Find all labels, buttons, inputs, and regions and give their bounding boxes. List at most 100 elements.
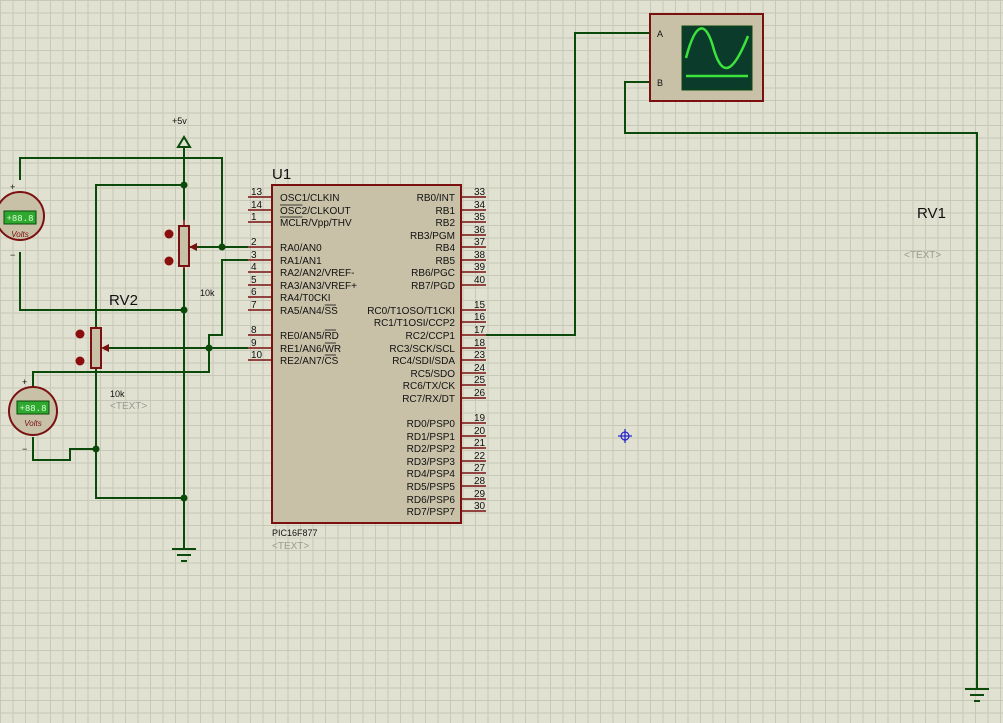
pin-name: RA1/AN1	[280, 256, 322, 267]
pin-number: 24	[474, 363, 486, 374]
oscilloscope[interactable]: A B	[649, 13, 764, 102]
pin-number: 37	[474, 237, 486, 248]
potentiometer-upper[interactable]: 10k	[164, 220, 216, 298]
pin-number: 19	[474, 413, 486, 424]
pin-name: RB0/INT	[417, 193, 455, 204]
junctions	[92, 181, 226, 502]
wiper-arrow-icon	[189, 243, 197, 251]
power-arrow-icon	[176, 135, 192, 148]
pin-name: RB4	[436, 243, 456, 254]
pin-number: 26	[474, 388, 486, 399]
ground-left[interactable]	[172, 548, 196, 562]
pin-number: 35	[474, 212, 486, 223]
pin-name: RC0/T1OSO/T1CKI	[367, 306, 455, 317]
pin-number: 36	[474, 225, 486, 236]
pin-name: RD3/PSP3	[407, 457, 456, 468]
pot-decrease-icon[interactable]	[164, 256, 174, 266]
scope-channel-a: A	[657, 29, 663, 39]
voltmeter-plus: +	[10, 182, 15, 192]
pin-number: 2	[251, 237, 257, 248]
power-label: +5v	[172, 116, 187, 126]
cursor-crosshair-icon	[618, 429, 632, 443]
pin-name: RE0/AN5/RD	[280, 331, 339, 342]
pot-upper-value: 10k	[200, 288, 215, 298]
pin-number: 38	[474, 250, 486, 261]
rv1-text: <TEXT>	[904, 250, 941, 261]
pin-number: 39	[474, 262, 486, 273]
pin-name: RA4/T0CKI	[280, 293, 331, 304]
pin-number: 40	[474, 275, 486, 286]
power-terminal[interactable]: +5v	[172, 116, 192, 148]
pin-name: RC6/TX/CK	[403, 381, 456, 392]
pin-number: 27	[474, 463, 486, 474]
pin-name: RA2/AN2/VREF-	[280, 268, 354, 279]
pin-number: 23	[474, 350, 486, 361]
schematic-canvas[interactable]: +5v 10k RV2 10k <TEXT> +88.8 Volts + − +…	[0, 0, 1003, 723]
rv2-value: 10k	[110, 389, 125, 399]
pin-name: RB6/PGC	[411, 268, 455, 279]
pin-name: RD2/PSP2	[407, 444, 456, 455]
ground-rv1[interactable]	[965, 688, 989, 702]
pin-name: RB1	[436, 206, 456, 217]
pin-number: 13	[251, 187, 263, 198]
voltmeter-unit: Volts	[24, 419, 42, 428]
pin-name: RB5	[436, 256, 456, 267]
pin-number: 15	[474, 300, 486, 311]
pin-number: 33	[474, 187, 486, 198]
pin-number: 17	[474, 325, 486, 336]
voltmeter-reading: +88.8	[6, 214, 33, 224]
pin-name: RD0/PSP0	[407, 419, 456, 430]
pin-name: RC2/CCP1	[406, 331, 456, 342]
rv2-text: <TEXT>	[110, 401, 147, 412]
pin-number: 29	[474, 489, 486, 500]
pin-number: 22	[474, 451, 486, 462]
voltmeter-reading: +88.8	[19, 404, 46, 414]
pin-name: RA5/AN4/SS	[280, 306, 338, 317]
pin-name: RE1/AN6/WR	[280, 344, 341, 355]
voltmeter-1[interactable]: +88.8 Volts + −	[0, 182, 45, 260]
wires	[19, 32, 978, 688]
pot-increase-icon[interactable]	[75, 329, 85, 339]
voltmeter-unit: Volts	[11, 230, 29, 239]
pin-number: 28	[474, 476, 486, 487]
rv2-ref: RV2	[109, 292, 138, 309]
microcontroller-u1[interactable]: U1 13 OSC1/CLKIN 14 OSC2/CLKOUT 1 MCLR/Vpp/TH…	[248, 166, 486, 552]
pin-number: 6	[251, 287, 257, 298]
pin-name: RD1/PSP1	[407, 432, 456, 443]
pin-number: 9	[251, 338, 257, 349]
u1-ref: U1	[272, 166, 291, 183]
pin-number: 10	[251, 350, 263, 361]
pin-name: RC7/RX/DT	[402, 394, 455, 405]
pin-number: 20	[474, 426, 486, 437]
pin-name: RD7/PSP7	[407, 507, 456, 518]
u1-text: <TEXT>	[272, 541, 309, 552]
pin-number: 8	[251, 325, 257, 336]
scope-channel-b: B	[657, 78, 663, 88]
pin-number: 5	[251, 275, 257, 286]
pin-number: 1	[251, 212, 257, 223]
pin-name: RD5/PSP5	[407, 482, 456, 493]
pin-name: RC5/SDO	[411, 369, 456, 380]
pin-number: 34	[474, 200, 486, 211]
pin-name: MCLR/Vpp/THV	[280, 218, 352, 229]
pin-name: RA3/AN3/VREF+	[280, 281, 357, 292]
pin-name: RB3/PGM	[410, 231, 455, 242]
wiper-arrow-icon	[101, 344, 109, 352]
pin-name: RA0/AN0	[280, 243, 322, 254]
pin-name: RC4/SDI/SDA	[392, 356, 455, 367]
rv1-ref: RV1	[917, 205, 946, 222]
pin-number: 3	[251, 250, 257, 261]
pin-number: 25	[474, 375, 486, 386]
pin-name: RB2	[436, 218, 456, 229]
pot-decrease-icon[interactable]	[75, 356, 85, 366]
pin-name: RB7/PGD	[411, 281, 455, 292]
pin-name: OSC2/CLKOUT	[280, 206, 351, 217]
pot-increase-icon[interactable]	[164, 229, 174, 239]
pin-name: RE2/AN7/CS	[280, 356, 339, 367]
pin-name: RD6/PSP6	[407, 495, 456, 506]
pin-name: OSC1/CLKIN	[280, 193, 339, 204]
pin-number: 21	[474, 438, 486, 449]
pin-number: 16	[474, 312, 486, 323]
pin-number: 14	[251, 200, 263, 211]
pin-number: 4	[251, 262, 257, 273]
